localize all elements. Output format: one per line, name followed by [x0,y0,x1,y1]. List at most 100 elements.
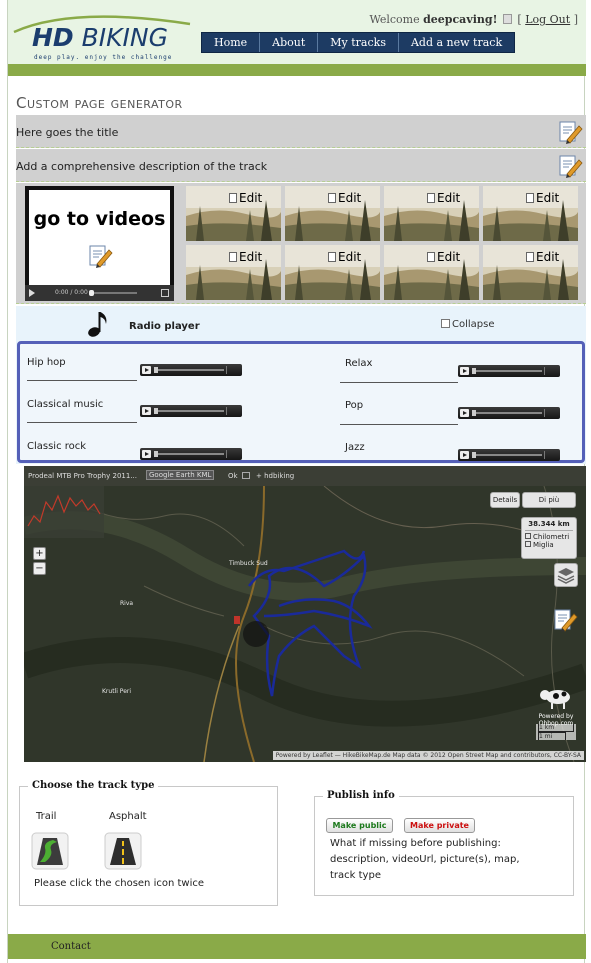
audio-player-classical-music[interactable] [140,405,242,417]
logo-text: HD BIKING [32,23,168,52]
header-divider-band [8,64,586,76]
radio-collapse-button[interactable]: Collapse [441,319,495,330]
video-player[interactable]: go to videos 0:00 / 0:00 [25,186,174,301]
video-screen[interactable]: go to videos [29,190,170,285]
audio-player-pop[interactable] [458,407,560,419]
nav-about[interactable]: About [260,33,319,52]
audio-player-classic-rock[interactable] [140,448,242,460]
edit-map-icon[interactable] [552,606,578,632]
trail-icon[interactable] [31,832,69,870]
thumb-edit-link[interactable]: Edit [526,191,559,205]
map-zoom-in-button[interactable]: + [33,547,46,560]
publish-missing-line-3: track type [330,870,381,881]
edit-title-icon[interactable] [557,118,583,144]
picture-thumb[interactable]: Edit [186,245,281,300]
video-link-label[interactable]: go to videos [29,208,170,230]
station-label-relax: Relax [345,358,373,369]
video-play-icon[interactable] [29,289,35,297]
publish-missing-line-2: description, videoUrl, picture(s), map, [330,854,520,865]
make-public-button[interactable]: Make public [326,818,393,833]
station-divider [27,380,137,381]
logo-text-hd: HD [32,23,74,52]
track-map[interactable]: Prodeal MTB Pro Trophy 2011... Google Ea… [24,466,586,762]
station-label-classical-music: Classical music [27,399,104,410]
track-type-hint: Please click the chosen icon twice [34,878,205,889]
picture-thumb[interactable]: Edit [285,245,380,300]
main-nav: Home About My tracks Add a new track [201,32,516,53]
publish-info-box: Publish info Make public Make private Wh… [314,790,574,896]
map-owner-link[interactable]: + hdbiking [256,472,294,480]
asphalt-icon[interactable] [104,832,142,870]
nav-my-tracks[interactable]: My tracks [318,33,399,52]
header: HD BIKING deep play. enjoy the challenge… [8,0,586,64]
contact-link[interactable]: Contact [51,941,91,952]
station-label-hip-hop: Hip hop [27,357,66,368]
audio-player-relax[interactable] [458,365,560,377]
publish-missing-line-1: What if missing before publishing: [330,838,501,849]
map-attribution[interactable]: Powered by Leaflet — HikeBikeMap.de Map … [272,751,584,760]
map-cow-logo: Powered by Obbop.com [536,684,576,727]
picture-thumb[interactable]: Edit [384,186,479,241]
music-note-icon [88,312,107,337]
map-zoom-out-button[interactable]: − [33,562,46,575]
map-tiles[interactable] [24,466,586,762]
title-field[interactable]: Here goes the title [16,115,586,148]
picture-thumb[interactable]: Edit [186,186,281,241]
map-distance: 38.344 km [525,520,573,531]
thumb-edit-link[interactable]: Edit [526,250,559,264]
nav-home[interactable]: Home [202,33,261,52]
media-section: go to videos 0:00 / 0:00 Edit Edit Edit … [16,183,586,304]
station-divider [340,424,458,425]
audio-player-jazz[interactable] [458,449,560,461]
video-progress-knob[interactable] [89,290,94,296]
title-placeholder: Here goes the title [16,126,119,139]
radio-player-section: Radio player Collapse Hip hop Relax Clas… [16,306,586,464]
station-label-classic-rock: Classic rock [27,441,87,452]
thumb-edit-link[interactable]: Edit [427,191,460,205]
welcome-prefix: Welcome [369,13,420,26]
edit-video-icon[interactable] [87,242,113,268]
make-private-button[interactable]: Make private [404,818,475,833]
radio-stations-box: Hip hop Relax Classical music Pop Classi… [17,341,585,463]
map-overlay-option[interactable]: Chilometri [525,533,573,541]
site-logo[interactable]: HD BIKING deep play. enjoy the challenge [12,10,192,62]
thumb-edit-link[interactable]: Edit [328,191,361,205]
station-label-jazz: Jazz [345,442,365,453]
track-type-asphalt-label: Asphalt [109,811,147,822]
description-field[interactable]: Add a comprehensive description of the t… [16,149,586,182]
video-fullscreen-icon[interactable] [161,289,169,297]
map-ok-button[interactable]: Ok [228,472,238,480]
map-layers-icon[interactable] [554,563,578,587]
map-format-select[interactable]: Google Earth KML [146,470,215,480]
picture-thumb[interactable]: Edit [384,245,479,300]
thumb-edit-link[interactable]: Edit [427,250,460,264]
map-place-label: Timbuck Sud [229,560,268,567]
map-more-button[interactable]: Di più [522,492,576,508]
picture-thumb[interactable]: Edit [285,186,380,241]
logout-bracket-open: [ [517,13,522,26]
video-progress-bar[interactable] [89,292,137,294]
map-overlay-option[interactable]: Miglia [525,541,573,549]
station-divider [340,382,458,383]
page-title: Custom page generator [16,94,183,112]
radio-header: Radio player Collapse [16,306,586,339]
map-scale-km: 1 km [538,724,574,732]
logout-bracket-close: ] [573,13,578,26]
audio-player-hip-hop[interactable] [140,364,242,376]
edit-description-icon[interactable] [557,152,583,178]
footer: Contact [8,934,586,959]
map-track-name[interactable]: Prodeal MTB Pro Trophy 2011... [28,472,137,480]
picture-thumb[interactable]: Edit [483,245,578,300]
thumb-edit-link[interactable]: Edit [229,250,262,264]
map-details-button[interactable]: Details [490,492,520,508]
thumb-edit-link[interactable]: Edit [229,191,262,205]
nav-add-track[interactable]: Add a new track [399,33,514,52]
thumb-edit-link[interactable]: Edit [328,250,361,264]
picture-thumb[interactable]: Edit [483,186,578,241]
picture-gallery: Edit Edit Edit Edit Edit Edit Edit Edit [186,186,580,302]
printer-icon[interactable] [242,472,250,479]
publish-legend: Publish info [323,790,399,801]
track-type-trail-label: Trail [36,811,57,822]
map-powered-by: Powered by [538,713,574,720]
logout-link[interactable]: Log Out [525,13,570,26]
